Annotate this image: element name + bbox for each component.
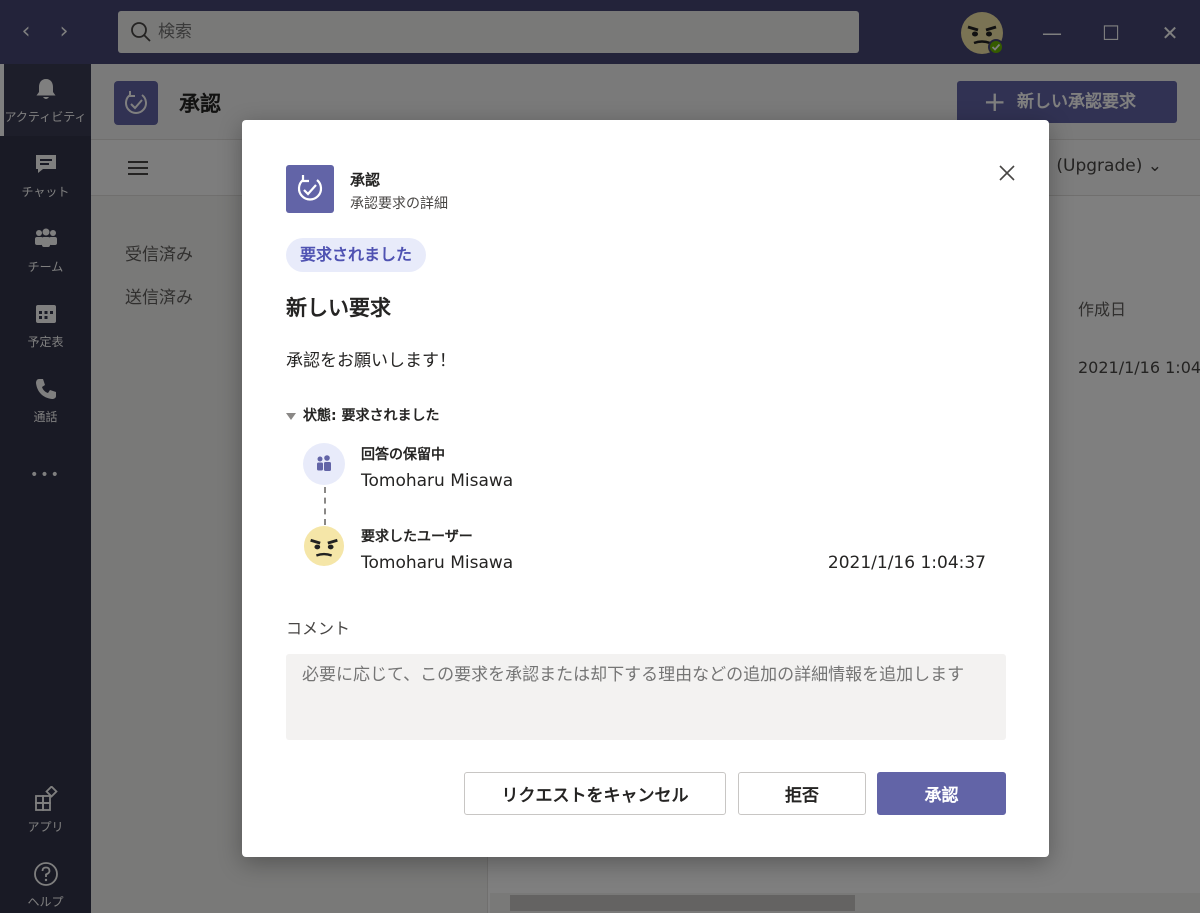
dialog-app-name: 承認 [350,171,381,189]
reject-button[interactable]: 拒否 [738,772,866,815]
pending-teams-icon [303,443,345,485]
timeline-user-name: Tomoharu Misawa [361,553,514,573]
comment-label: コメント [286,619,351,638]
timeline-user-name: Tomoharu Misawa [361,471,514,491]
request-message: 承認をお願いします！ [286,351,456,371]
approve-button[interactable]: 承認 [877,772,1006,815]
status-badge: 要求されました [286,238,427,272]
cancel-request-button[interactable]: リクエストをキャンセル [464,772,726,815]
state-toggle[interactable]: 状態: 要求されました [286,405,439,425]
request-title: 新しい要求 [286,296,391,320]
comment-field[interactable] [286,654,1006,740]
timeline-status: 回答の保留中 [361,447,445,463]
requester-avatar [303,525,345,567]
timeline-timestamp: 2021/1/16 1:04:37 [827,553,986,573]
timeline-status: 要求したユーザー [361,529,473,545]
timeline-connector [324,487,326,525]
dialog-subtitle: 承認要求の詳細 [350,196,448,212]
triangle-down-icon [286,412,296,420]
state-label: 状態: 要求されました [303,408,440,424]
approvals-app-icon [286,165,334,213]
close-icon[interactable] [995,161,1019,185]
approval-detail-dialog: 承認 承認要求の詳細 要求されました 新しい要求 承認をお願いします！ 状態: … [242,120,1049,857]
